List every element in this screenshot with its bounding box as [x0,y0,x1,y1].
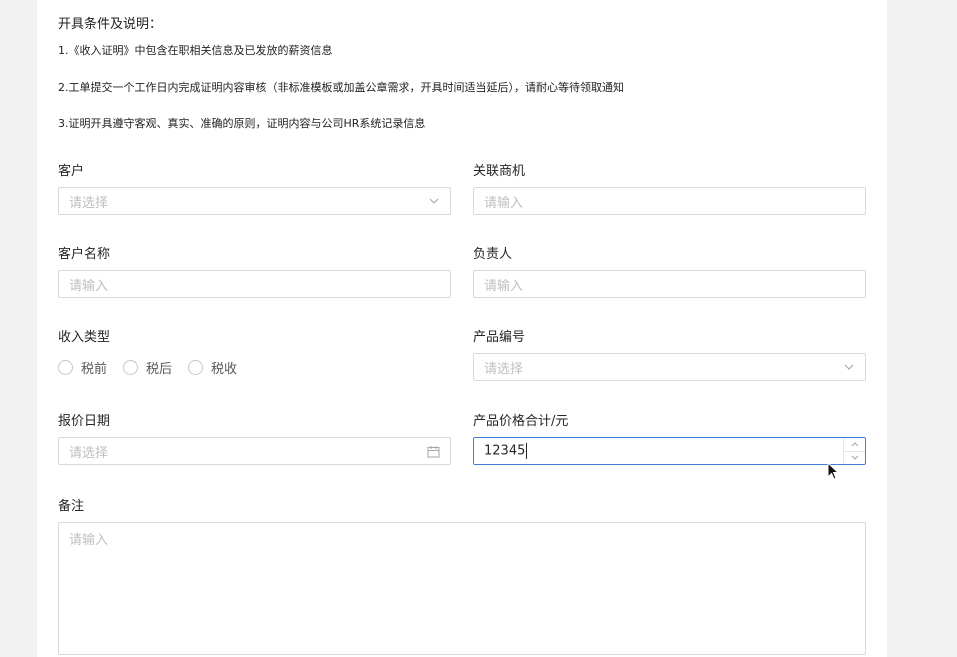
number-stepper [843,438,865,464]
quote-date-placeholder: 请选择 [69,445,109,461]
total-price-value-wrap: 12345 [484,443,855,459]
radio-tax[interactable]: 税收 [188,358,237,377]
total-price-label: 产品价格合计/元 [473,414,569,429]
customer-label: 客户 [58,164,85,179]
income-type-label: 收入类型 [58,330,111,345]
form-panel: 开具条件及说明： 1.《收入证明》中包含在职相关信息及已发放的薪资信息 2.工单… [37,0,887,657]
customer-name-input[interactable]: 请输入 [58,270,451,298]
total-price-number-input[interactable]: 12345 [473,437,866,465]
notice-item-1: 1.《收入证明》中包含在职相关信息及已发放的薪资信息 [58,44,333,57]
remark-textarea[interactable]: 请输入 [58,522,866,655]
mouse-pointer-icon [827,462,840,480]
chevron-down-icon [851,455,858,460]
related-opportunity-label: 关联商机 [473,164,526,179]
total-price-value: 12345 [484,443,526,459]
radio-aftertax[interactable]: 税后 [123,358,172,377]
owner-placeholder: 请输入 [484,278,524,294]
chevron-down-icon [429,198,439,204]
chevron-down-icon [844,364,854,370]
remark-label: 备注 [58,499,85,514]
text-caret [526,443,528,459]
radio-pretax-label: 税前 [81,362,108,377]
radio-aftertax-label: 税后 [146,362,173,377]
customer-name-placeholder: 请输入 [69,278,109,294]
related-opportunity-placeholder: 请输入 [484,195,524,211]
product-code-label: 产品编号 [473,330,526,345]
radio-tax-label: 税收 [211,362,238,377]
remark-placeholder: 请输入 [69,533,109,548]
income-type-radio-group: 税前 税后 税收 [58,358,253,377]
stepper-up-button[interactable] [844,438,865,451]
stepper-down-button[interactable] [844,450,865,465]
radio-pretax[interactable]: 税前 [58,358,107,377]
quote-date-picker[interactable]: 请选择 [58,437,451,465]
owner-input[interactable]: 请输入 [473,270,866,298]
quote-date-label: 报价日期 [58,414,111,429]
customer-select[interactable]: 请选择 [58,187,451,215]
radio-circle[interactable] [188,360,204,375]
customer-name-label: 客户名称 [58,247,111,262]
radio-circle[interactable] [58,360,73,375]
notice-item-3: 3.证明开具遵守客观、真实、准确的原则，证明内容与公司HR系统记录信息 [58,117,426,130]
related-opportunity-input[interactable]: 请输入 [473,187,866,215]
product-code-select[interactable]: 请选择 [473,353,866,381]
customer-placeholder: 请选择 [69,195,109,211]
notice-title: 开具条件及说明： [58,17,163,32]
product-code-placeholder: 请选择 [484,361,524,377]
radio-circle[interactable] [123,360,139,375]
owner-label: 负责人 [473,247,513,262]
notice-item-2: 2.工单提交一个工作日内完成证明内容审核（非标准模板或加盖公章需求，开具时间适当… [58,81,624,94]
calendar-icon [427,445,440,457]
chevron-up-icon [851,442,858,447]
